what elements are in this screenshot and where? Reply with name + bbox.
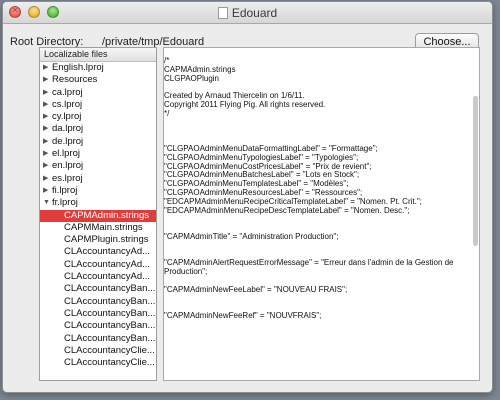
tree-item-label: es.lproj — [52, 172, 83, 184]
code-line: "CAPMAdminTitle" = "Administration Produ… — [164, 232, 339, 241]
code-line: "CAPMAdminNewFeeLabel" = "NOUVEAU FRAIS"… — [164, 284, 348, 294]
file-item[interactable]: CLAccountancyClie... — [40, 345, 156, 357]
code-line: Copyright 2011 Flying Pig. All rights re… — [164, 100, 326, 109]
code-line: "CAPMAdminAlertRequestErrorMessage" = "E… — [164, 258, 454, 268]
tree-item-label: CAPMPlugin.strings — [64, 234, 149, 246]
tree-item-label: CLAccountancyClie... — [64, 357, 155, 369]
strings-editor[interactable]: /* CAPMAdmin.strings CLGPAOPlugin Create… — [163, 47, 480, 381]
file-item[interactable]: CLAccountancyAd... — [40, 271, 156, 283]
app-window: × Edouard Root Directory: /private/tmp/E… — [2, 1, 493, 393]
document-icon — [217, 7, 228, 19]
file-item[interactable]: CLAccountancyBan... — [40, 320, 156, 332]
file-item[interactable]: CLAccountancyBan... — [40, 333, 156, 345]
tree-item-label: CLAccountancyBan... — [64, 283, 156, 295]
folder-item[interactable]: ▶ es.lproj — [40, 173, 156, 185]
disclosure-closed-icon[interactable]: ▶ — [43, 160, 48, 172]
tree-item-label: CLAccountancyAd... — [64, 271, 151, 283]
disclosure-open-icon[interactable]: ▼ — [43, 197, 50, 209]
file-item[interactable]: CLAccountancyBan... — [40, 283, 156, 295]
folder-item[interactable]: ▶ English.lproj — [40, 62, 156, 74]
window-controls: × — [9, 5, 59, 18]
disclosure-closed-icon[interactable]: ▶ — [43, 136, 48, 148]
folder-item[interactable]: ▼ fr.lproj — [40, 197, 156, 209]
localizable-files-panel[interactable]: Localizable files ▶ English.lproj ▶ Resourc… — [39, 47, 157, 381]
disclosure-closed-icon[interactable]: ▶ — [43, 185, 48, 197]
sidebar-header: Localizable files — [40, 48, 156, 62]
close-icon: × — [12, 5, 18, 15]
code-line: "CAPMAdminNewFeeRef" = "NOUVFRAIS"; — [164, 311, 322, 321]
tree-item-label: cs.lproj — [52, 98, 83, 110]
disclosure-closed-icon[interactable]: ▶ — [43, 148, 48, 160]
tree-item-label: fr.lproj — [52, 197, 78, 209]
code-line: CLGPAOPlugin — [164, 73, 219, 83]
folder-item[interactable]: ▶ el.lproj — [40, 148, 156, 160]
tree-item-label: cy.lproj — [52, 111, 82, 123]
zoom-button[interactable] — [47, 6, 59, 18]
file-item[interactable]: CLAccountancyBan... — [40, 296, 156, 308]
tree-item-label: CAPMMain.strings — [64, 221, 143, 233]
folder-item[interactable]: ▶ de.lproj — [40, 136, 156, 148]
tree-item-label: da.lproj — [52, 123, 84, 135]
tree-item-label: CLAccountancyAd... — [64, 246, 151, 258]
file-item[interactable]: CLAccountancyAd... — [40, 259, 156, 271]
editor-scrollbar[interactable] — [473, 96, 478, 246]
tree-item-label: Resources — [52, 74, 98, 86]
folder-item[interactable]: ▶ cs.lproj — [40, 99, 156, 111]
file-tree: ▶ English.lproj ▶ Resources ▶ ca.lproj ▶ cs.lpr… — [40, 62, 156, 369]
folder-item[interactable]: ▶ en.lproj — [40, 160, 156, 172]
file-item[interactable]: CAPMPlugin.strings — [40, 234, 156, 246]
tree-item-label: CLAccountancyBan... — [64, 332, 156, 344]
disclosure-closed-icon[interactable]: ▶ — [43, 62, 48, 74]
tree-item-label: English.lproj — [52, 62, 104, 73]
folder-item[interactable]: ▶ cy.lproj — [40, 111, 156, 123]
code-line: Production"; — [164, 267, 208, 277]
code-line: "EDCAPMAdminMenuRecipeDescTemplateLabel"… — [164, 205, 410, 215]
minimize-button[interactable] — [28, 6, 40, 18]
disclosure-closed-icon[interactable]: ▶ — [43, 74, 48, 86]
window-title: Edouard — [231, 6, 278, 20]
folder-item[interactable]: ▶ Resources — [40, 74, 156, 86]
disclosure-closed-icon[interactable]: ▶ — [43, 87, 48, 99]
tree-item-label: CLAccountancyClie... — [64, 344, 155, 356]
tree-item-label: de.lproj — [52, 135, 84, 147]
file-item[interactable]: CLAccountancyAd... — [40, 246, 156, 258]
disclosure-closed-icon[interactable]: ▶ — [43, 123, 48, 135]
tree-item-label: en.lproj — [52, 160, 84, 172]
file-item[interactable]: CLAccountancyBan... — [40, 308, 156, 320]
file-item[interactable]: CLAccountancyClie... — [40, 357, 156, 369]
tree-item-label: fi.lproj — [52, 184, 78, 196]
disclosure-closed-icon[interactable]: ▶ — [43, 173, 48, 185]
folder-item[interactable]: ▶ fi.lproj — [40, 185, 156, 197]
file-item[interactable]: CAPMAdmin.strings — [40, 209, 156, 222]
disclosure-closed-icon[interactable]: ▶ — [43, 99, 48, 111]
tree-item-label: CAPMAdmin.strings — [64, 209, 149, 221]
disclosure-closed-icon[interactable]: ▶ — [43, 111, 48, 123]
title-bar: × Edouard — [3, 2, 492, 24]
tree-item-label: ca.lproj — [52, 86, 83, 98]
file-item[interactable]: CAPMMain.strings — [40, 222, 156, 234]
code-line: */ — [164, 108, 170, 118]
folder-item[interactable]: ▶ ca.lproj — [40, 87, 156, 99]
tree-item-label: el.lproj — [52, 148, 80, 160]
tree-item-label: CLAccountancyBan... — [64, 295, 156, 307]
close-button[interactable]: × — [9, 5, 21, 18]
folder-item[interactable]: ▶ da.lproj — [40, 123, 156, 135]
tree-item-label: CLAccountancyBan... — [64, 320, 156, 332]
tree-item-label: CLAccountancyBan... — [64, 307, 156, 319]
tree-item-label: CLAccountancyAd... — [64, 258, 151, 270]
